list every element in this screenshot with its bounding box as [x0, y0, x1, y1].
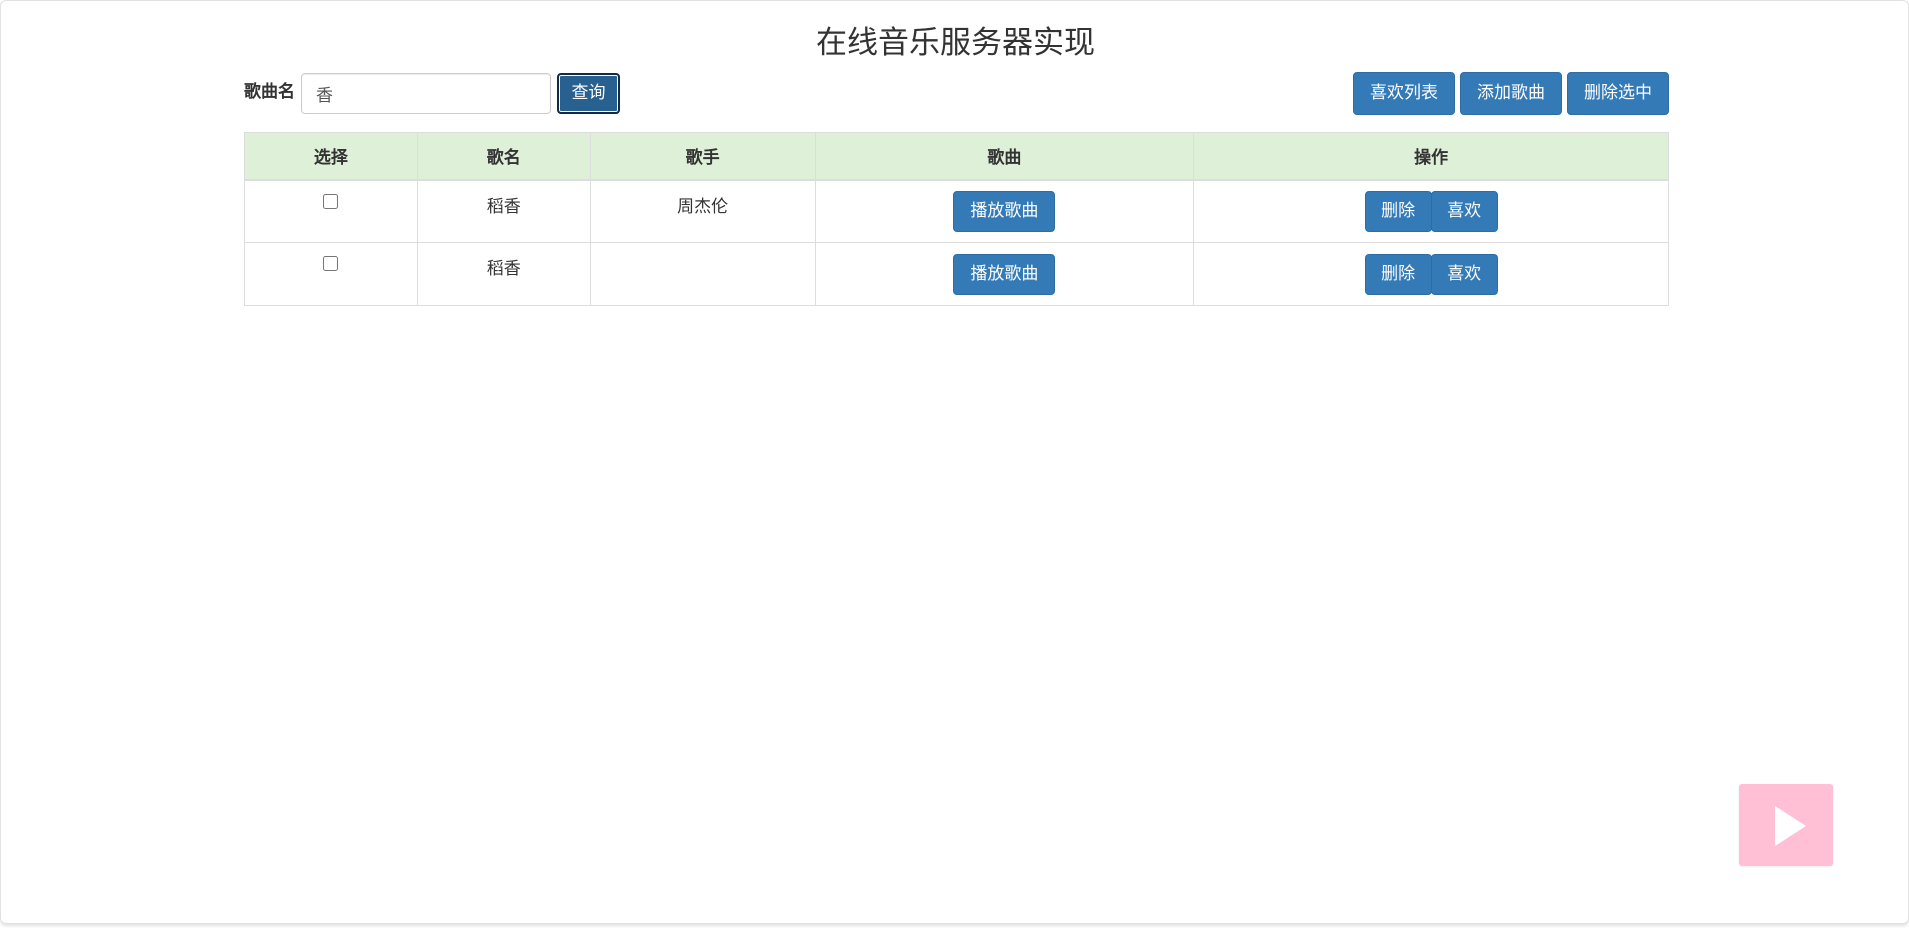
table-row: 稻香 周杰伦 播放歌曲 删除 喜欢: [244, 179, 1669, 243]
table-header-row: 选择 歌名 歌手 歌曲 操作: [244, 132, 1669, 181]
select-cell: [244, 242, 418, 306]
page-container: 在线音乐服务器实现 歌曲名 查询 喜欢列表 添加歌曲 删除选中 选择 歌名 歌手…: [0, 0, 1909, 924]
header-select: 选择: [244, 132, 418, 181]
search-label: 歌曲名: [244, 82, 295, 102]
song-singer: 周杰伦: [589, 179, 816, 243]
query-button[interactable]: 查询: [557, 73, 620, 114]
song-singer: [589, 242, 816, 306]
page-title: 在线音乐服务器实现: [816, 25, 1095, 61]
delete-button[interactable]: 删除: [1364, 253, 1432, 295]
header-song: 歌曲: [814, 132, 1195, 181]
fav-list-button[interactable]: 喜欢列表: [1353, 72, 1455, 115]
play-icon[interactable]: [1739, 784, 1833, 866]
select-cell: [244, 179, 418, 243]
add-song-button[interactable]: 添加歌曲: [1460, 72, 1562, 115]
row-checkbox[interactable]: [323, 193, 339, 209]
actions-cell: 删除 喜欢: [1193, 242, 1669, 306]
actions-cell: 删除 喜欢: [1193, 179, 1669, 243]
search-input[interactable]: [301, 73, 551, 114]
delete-selected-button[interactable]: 删除选中: [1567, 72, 1669, 115]
header-title: 歌名: [416, 132, 591, 181]
song-cell: 播放歌曲: [814, 179, 1195, 243]
play-song-button[interactable]: 播放歌曲: [953, 190, 1056, 232]
like-button[interactable]: 喜欢: [1430, 190, 1498, 232]
song-title: 稻香: [416, 179, 591, 243]
row-checkbox[interactable]: [323, 256, 339, 271]
delete-button[interactable]: 删除: [1364, 190, 1432, 232]
header-actions: 操作: [1193, 132, 1669, 181]
like-button[interactable]: 喜欢: [1430, 253, 1498, 295]
song-cell: 播放歌曲: [814, 242, 1195, 306]
play-song-button[interactable]: 播放歌曲: [953, 253, 1056, 295]
table-row: 稻香 播放歌曲 删除 喜欢: [244, 242, 1669, 306]
music-player-widget[interactable]: [1739, 784, 1833, 866]
music-table: 选择 歌名 歌手 歌曲 操作 稻香 周杰伦 播放歌曲 删除 喜欢 稻香 播放歌曲…: [244, 132, 1669, 306]
header-singer: 歌手: [589, 132, 816, 181]
song-title: 稻香: [416, 242, 591, 306]
toolbar: 歌曲名 查询 喜欢列表 添加歌曲 删除选中: [244, 72, 1669, 116]
